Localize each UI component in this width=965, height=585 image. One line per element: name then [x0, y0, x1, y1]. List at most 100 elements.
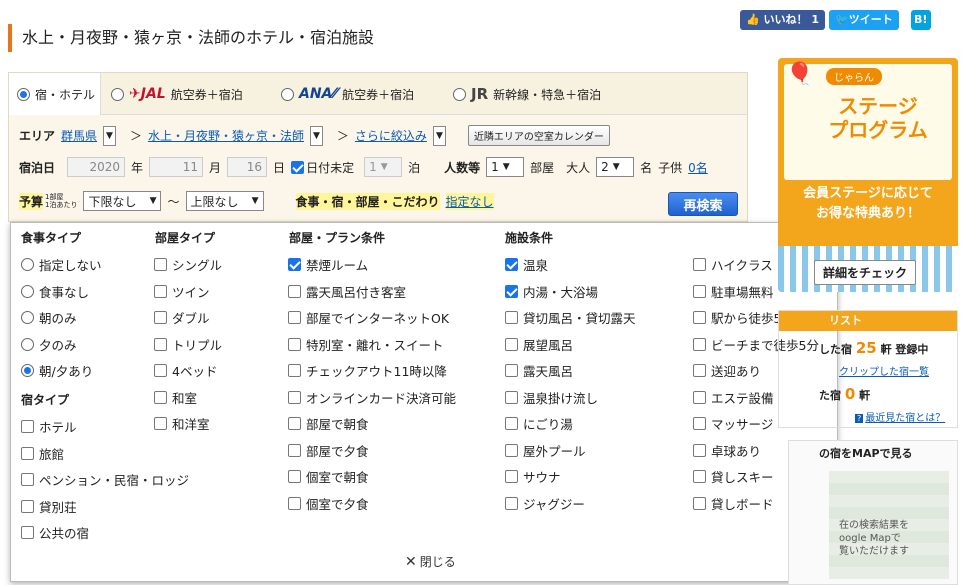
- plan-checkbox[interactable]: [288, 284, 301, 298]
- plan-option[interactable]: 個室で夕食: [288, 494, 369, 513]
- facility-checkbox[interactable]: [693, 417, 706, 430]
- facility-checkbox[interactable]: [505, 364, 518, 377]
- facility-option[interactable]: 送迎あり: [693, 361, 761, 380]
- plan-checkbox[interactable]: [288, 417, 301, 430]
- clip-list-link[interactable]: クリップした宿一覧: [839, 363, 929, 378]
- facility-option[interactable]: 温泉掛け流し: [505, 388, 598, 407]
- facility-option[interactable]: 駐車場無料: [693, 282, 774, 301]
- refine-select[interactable]: ▼: [432, 125, 446, 146]
- inn-checkbox[interactable]: [21, 420, 34, 433]
- plan-checkbox[interactable]: [288, 364, 301, 377]
- plan-checkbox[interactable]: [288, 496, 301, 510]
- plan-checkbox[interactable]: [288, 311, 301, 324]
- facility-checkbox[interactable]: [505, 258, 518, 271]
- facility-option[interactable]: 卓球あり: [693, 441, 761, 460]
- year-input[interactable]: 2020: [67, 157, 126, 177]
- facility-option[interactable]: 貸切風呂・貸切露天: [505, 308, 636, 327]
- facility-checkbox[interactable]: [693, 311, 706, 324]
- conditions-link[interactable]: 指定なし: [445, 192, 494, 210]
- plan-option[interactable]: 部屋で夕食: [288, 441, 369, 460]
- day-input[interactable]: 16: [227, 157, 268, 177]
- facility-option[interactable]: ハイクラス: [693, 255, 773, 274]
- radio-ana[interactable]: [281, 87, 294, 101]
- facility-option[interactable]: 屋外プール: [505, 441, 586, 460]
- plan-option[interactable]: オンラインカード決済可能: [288, 388, 456, 407]
- children-link[interactable]: 0名: [688, 159, 708, 176]
- room-checkbox[interactable]: [154, 258, 167, 271]
- room-checkbox[interactable]: [154, 364, 167, 377]
- tab-jr[interactable]: JR 新幹線・特急＋宿泊: [453, 73, 601, 115]
- room-option[interactable]: ツイン: [154, 282, 210, 301]
- facility-checkbox[interactable]: [505, 284, 518, 298]
- room-option[interactable]: 4ベッド: [154, 361, 217, 380]
- facility-checkbox[interactable]: [505, 311, 518, 324]
- radio-jr[interactable]: [453, 87, 466, 101]
- plan-option[interactable]: 部屋で朝食: [288, 414, 369, 433]
- facility-option[interactable]: 貸しスキー: [693, 467, 774, 486]
- inn-option[interactable]: ペンション・民宿・ロッジ: [21, 470, 189, 489]
- facility-option[interactable]: 貸しボード: [693, 494, 774, 513]
- facility-option[interactable]: にごり湯: [505, 414, 573, 433]
- plan-checkbox[interactable]: [288, 390, 301, 404]
- meal-radio[interactable]: [21, 284, 34, 298]
- facility-option[interactable]: 温泉: [505, 255, 548, 274]
- facility-checkbox[interactable]: [505, 470, 518, 483]
- plan-checkbox[interactable]: [288, 443, 301, 457]
- meal-radio[interactable]: [21, 364, 34, 377]
- subarea-select[interactable]: ▼: [309, 125, 323, 146]
- stage-detail-button[interactable]: 詳細をチェック: [814, 260, 917, 285]
- inn-checkbox[interactable]: [21, 499, 34, 513]
- month-input[interactable]: 11: [149, 157, 204, 177]
- facility-checkbox[interactable]: [693, 284, 706, 298]
- facility-option[interactable]: 内湯・大浴場: [505, 282, 598, 301]
- facility-checkbox[interactable]: [693, 390, 706, 404]
- facility-option[interactable]: 露天風呂: [505, 361, 573, 380]
- room-option[interactable]: 和室: [154, 388, 197, 407]
- subarea-link[interactable]: 水上・月夜野・猿ヶ京・法師: [148, 127, 304, 144]
- date-undecided-checkbox[interactable]: [291, 160, 305, 174]
- pref-link[interactable]: 群馬県: [61, 127, 97, 144]
- inn-checkbox[interactable]: [21, 473, 34, 486]
- hatena-bookmark-button[interactable]: B!: [910, 10, 931, 30]
- meal-option[interactable]: 朝のみ: [21, 308, 77, 327]
- facility-checkbox[interactable]: [693, 443, 706, 457]
- room-checkbox[interactable]: [154, 337, 167, 351]
- meal-option[interactable]: 指定しない: [21, 255, 102, 274]
- meal-radio[interactable]: [21, 258, 34, 271]
- nights-select[interactable]: 1 ▼: [364, 157, 403, 177]
- recent-help-link[interactable]: ? 最近見た宿とは？: [855, 409, 945, 424]
- meal-option[interactable]: 夕のみ: [21, 335, 77, 354]
- radio-jal[interactable]: [111, 87, 124, 101]
- facility-checkbox[interactable]: [693, 337, 706, 351]
- plan-option[interactable]: 特別室・離れ・スイート: [288, 335, 444, 354]
- facility-checkbox[interactable]: [505, 496, 518, 510]
- room-option[interactable]: シングル: [154, 255, 222, 274]
- facility-checkbox[interactable]: [693, 496, 706, 510]
- inn-option[interactable]: 公共の宿: [21, 523, 89, 542]
- tab-jal[interactable]: ✈JAL 航空券＋宿泊: [111, 73, 243, 115]
- tab-hotel[interactable]: 宿・ホテル: [9, 73, 101, 115]
- tab-ana[interactable]: ANA⁄⁄ 航空券＋宿泊: [281, 73, 414, 115]
- facility-checkbox[interactable]: [693, 364, 706, 377]
- room-checkbox[interactable]: [154, 284, 167, 298]
- facebook-like-button[interactable]: 👍 いいね！ 1: [740, 10, 826, 30]
- inn-option[interactable]: 旅館: [21, 444, 64, 463]
- facility-checkbox[interactable]: [693, 470, 706, 483]
- refine-link[interactable]: さらに絞込み: [355, 127, 427, 144]
- map-box[interactable]: の宿をMAPで見る 在の検索結果を oogle Mapで 覧いただけます: [788, 440, 958, 585]
- tweet-button[interactable]: 🐦ツイート: [829, 10, 899, 30]
- vacancy-calendar-button[interactable]: 近隣エリアの空室カレンダー: [467, 125, 610, 146]
- radio-hotel[interactable]: [17, 87, 30, 101]
- facility-checkbox[interactable]: [505, 417, 518, 430]
- research-button[interactable]: 再検索: [668, 192, 738, 216]
- rooms-select[interactable]: 1 ▼: [486, 157, 525, 177]
- room-checkbox[interactable]: [154, 311, 167, 324]
- plan-option[interactable]: 露天風呂付き客室: [288, 282, 406, 301]
- close-button[interactable]: ✕ 閉じる: [405, 553, 456, 570]
- facility-option[interactable]: マッサージ: [693, 414, 773, 433]
- meal-radio[interactable]: [21, 311, 34, 324]
- facility-checkbox[interactable]: [505, 390, 518, 404]
- plan-checkbox[interactable]: [288, 470, 301, 483]
- room-checkbox[interactable]: [154, 390, 167, 404]
- room-option[interactable]: ダブル: [154, 308, 210, 327]
